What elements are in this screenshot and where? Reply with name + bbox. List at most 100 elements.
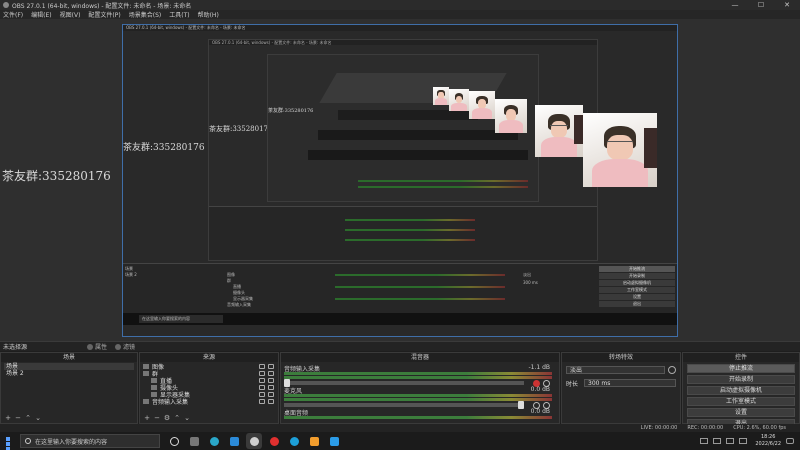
taskbar-search[interactable]: 在这里输入你要搜索的内容 (20, 434, 160, 448)
visibility-lock-icons[interactable] (256, 385, 274, 390)
live-status: LIVE: 00:00:00 (640, 425, 678, 431)
scenes-dock-title: 场景 (1, 353, 137, 362)
visibility-lock-icons[interactable] (256, 392, 274, 397)
obs-app-icon[interactable] (246, 433, 262, 449)
rec-status: REC: 00:00:00 (687, 425, 724, 431)
taskbar-apps (166, 433, 346, 449)
preview-nested-docks: 场景 场景 2 图像 群 直播 摄像头 显示器采集 音频输入采集 淡出 300 … (123, 263, 677, 325)
weibo-icon[interactable] (266, 433, 282, 449)
preview-meter-a (335, 274, 505, 276)
visibility-lock-icons[interactable] (256, 371, 274, 376)
move-down-icon[interactable]: ⌄ (182, 414, 192, 422)
transition-select[interactable]: 淡出 (566, 366, 665, 374)
preview-mini-source-2: 群 (227, 278, 231, 283)
taskbar-search-placeholder: 在这里输入你要搜索的内容 (35, 438, 108, 446)
menu-help[interactable]: 帮助(H) (198, 10, 219, 19)
maximize-icon[interactable]: ☐ (748, 0, 774, 10)
menu-profile[interactable]: 配置文件(P) (88, 10, 120, 19)
duration-input[interactable]: 300 ms (584, 379, 676, 387)
notification-icon[interactable] (786, 438, 794, 444)
menu-tools[interactable]: 工具(T) (169, 10, 189, 19)
input-method-icon[interactable] (739, 438, 748, 444)
windows-start-icon[interactable] (2, 433, 18, 450)
preview-canvas[interactable]: OBS 27.0.1 (64-bit, windows) - 配置文件: 未命名… (122, 24, 678, 337)
move-down-icon[interactable]: ⌄ (33, 414, 43, 422)
visibility-lock-icons[interactable] (256, 378, 274, 383)
network-icon[interactable] (713, 438, 722, 444)
transitions-dock-title: 转场特效 (562, 353, 680, 362)
camera-icon (151, 385, 157, 390)
mixer-channel-name: 音频输入采集 (284, 366, 321, 373)
nested-meter-c (345, 239, 475, 241)
menu-view[interactable]: 视图(V) (60, 10, 81, 19)
mixer-channel-db: 0.0 dB (530, 386, 550, 393)
clock[interactable]: 18:26 2022/6/22 (755, 434, 781, 448)
clock-date: 2022/6/22 (755, 441, 781, 447)
settings-button[interactable]: 设置 (687, 408, 795, 417)
remove-icon[interactable]: − (152, 414, 162, 422)
recursive-dock-3 (308, 150, 528, 160)
pycharm-icon[interactable] (326, 433, 342, 449)
task-view-icon[interactable] (186, 433, 202, 449)
app-icon[interactable] (286, 433, 302, 449)
gear-icon (87, 343, 94, 350)
sublime-icon[interactable] (306, 433, 322, 449)
gear-icon[interactable]: ⚙ (162, 414, 172, 422)
studio-mode-button[interactable]: 工作室模式 (687, 397, 795, 406)
preview-mini-trans: 淡出 (523, 272, 531, 277)
move-up-icon[interactable]: ⌃ (172, 414, 182, 422)
gear-icon[interactable] (668, 366, 676, 374)
window-controls: — ☐ ✕ (722, 0, 800, 10)
visibility-lock-icons[interactable] (256, 399, 274, 404)
webcam-capture-6 (433, 87, 449, 105)
watermark-text-nested: 茶友群:335280176 (123, 143, 205, 153)
volume-slider[interactable] (284, 401, 524, 409)
start-recording-button[interactable]: 开始录制 (687, 375, 795, 384)
menu-file[interactable]: 文件(F) (3, 10, 23, 19)
sources-toolbar: + − ⚙ ⌃ ⌄ (142, 414, 192, 422)
level-meter (284, 416, 552, 419)
folder-icon (143, 371, 149, 376)
add-icon[interactable]: + (142, 414, 152, 422)
watermark-text: 茶友群:335280176 (2, 169, 111, 183)
microphone-icon (143, 399, 149, 404)
sources-dock-title: 来源 (140, 353, 278, 362)
volume-icon[interactable] (726, 438, 735, 444)
mixer-dock-title: 混音器 (281, 353, 559, 362)
level-meter (284, 376, 552, 379)
preview-mini-duration: 300 ms (523, 280, 538, 285)
edge-icon[interactable] (206, 433, 222, 449)
taskbar: 在这里输入你要搜索的内容 18:26 2022/6/22 (0, 432, 800, 450)
mixer-channel-db: -1.1 dB (528, 364, 550, 371)
chevron-up-icon[interactable] (700, 438, 709, 444)
level-meter (284, 398, 552, 401)
scene-item[interactable]: 场景 2 (4, 370, 134, 377)
vscode-icon[interactable] (226, 433, 242, 449)
source-item[interactable]: 图像 (143, 363, 275, 371)
obs-logo-icon (3, 2, 9, 8)
stop-streaming-button[interactable]: 停止推流 (687, 364, 795, 373)
image-icon (143, 364, 149, 369)
menu-scene-collection[interactable]: 场景集合(S) (129, 10, 162, 19)
visibility-lock-icons[interactable] (256, 364, 274, 369)
preview-meter-c (335, 298, 505, 300)
volume-slider[interactable] (284, 379, 524, 387)
level-meter (284, 394, 552, 397)
source-toolbar: 未选择源 属性 滤镜 (0, 341, 800, 351)
scene-item[interactable]: 场景 (4, 363, 134, 370)
source-item[interactable]: 音频输入采集 (143, 398, 275, 406)
menu-edit[interactable]: 编辑(E) (31, 10, 51, 19)
cortana-icon[interactable] (166, 433, 182, 449)
minimize-icon[interactable]: — (722, 0, 748, 10)
close-icon[interactable]: ✕ (774, 0, 800, 10)
properties-button[interactable]: 属性 (87, 342, 107, 351)
menu-bar: 文件(F) 编辑(E) 视图(V) 配置文件(P) 场景集合(S) 工具(T) … (0, 10, 800, 19)
add-icon[interactable]: + (3, 414, 13, 422)
sources-dock: 来源 图像 群 直播 摄像头 显示器采集 音频输入采集 + − ⚙ ⌃ ⌄ (139, 352, 279, 424)
move-up-icon[interactable]: ⌃ (23, 414, 33, 422)
remove-icon[interactable]: − (13, 414, 23, 422)
start-virtual-camera-button[interactable]: 启动虚拟摄像机 (687, 386, 795, 395)
window-titlebar: OBS 27.0.1 (64-bit, windows) - 配置文件: 未命名… (0, 0, 800, 10)
filters-button[interactable]: 滤镜 (115, 342, 135, 351)
nested-meter-a (345, 219, 475, 221)
